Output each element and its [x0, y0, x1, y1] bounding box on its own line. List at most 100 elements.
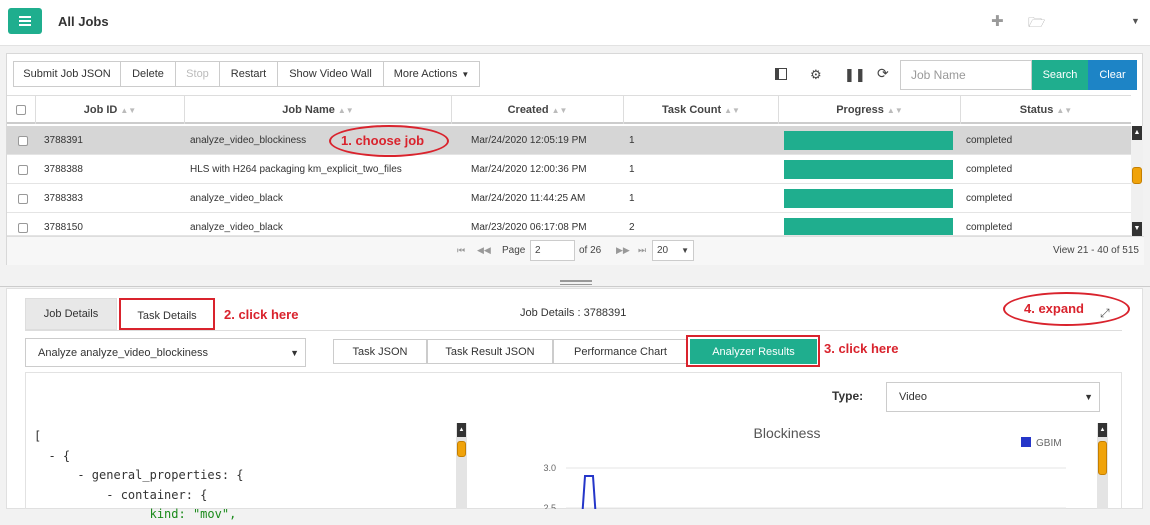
- code-line: - general_properties: {: [34, 468, 244, 482]
- status-cell: completed: [966, 164, 1013, 175]
- prev-page-icon[interactable]: ◀◀: [477, 245, 491, 256]
- first-page-icon[interactable]: ⏮: [457, 245, 465, 256]
- job-name-cell: analyze_video_black: [190, 222, 283, 233]
- search-placeholder: Job Name: [911, 68, 966, 82]
- plus-icon[interactable]: ✚: [991, 12, 1004, 30]
- task-select[interactable]: Analyze analyze_video_blockiness ▼: [25, 338, 306, 367]
- tab-job-details[interactable]: Job Details: [25, 298, 117, 330]
- clear-button[interactable]: Clear: [1088, 60, 1137, 90]
- page-size-select[interactable]: 20 ▼: [652, 240, 694, 261]
- chart-scrollbar[interactable]: ▲: [1097, 423, 1108, 509]
- table-row[interactable]: 3788150 analyze_video_black Mar/23/2020 …: [7, 213, 1131, 236]
- page-input[interactable]: 2: [530, 240, 575, 261]
- job-id-cell: 3788150: [44, 222, 83, 233]
- scroll-up-icon[interactable]: ▲: [1132, 126, 1142, 140]
- col-job-name[interactable]: Job Name ▲▼: [184, 96, 451, 124]
- json-viewer: [ - { - general_properties: { - containe…: [34, 427, 244, 525]
- show-video-wall-button[interactable]: Show Video Wall: [277, 61, 384, 87]
- job-name-cell: analyze_video_blockiness: [190, 135, 307, 146]
- callout-box-task-details: [119, 298, 215, 330]
- job-details-title: Job Details : 3788391: [520, 307, 627, 319]
- blockiness-chart: Blockiness GBIM 2.5 3.0: [543, 425, 1066, 509]
- scroll-thumb[interactable]: [1132, 167, 1142, 184]
- type-select[interactable]: Video ▼: [886, 382, 1100, 412]
- last-page-icon[interactable]: ⏭: [638, 245, 646, 256]
- page-label: Page: [502, 245, 526, 256]
- row-checkbox[interactable]: [18, 164, 28, 175]
- more-actions-button[interactable]: More Actions ▼: [383, 61, 480, 87]
- next-page-icon[interactable]: ▶▶: [616, 245, 630, 256]
- callout-click-task-details: 2. click here: [224, 307, 299, 322]
- caret-down-icon: ▼: [290, 347, 299, 358]
- tab-performance-chart[interactable]: Performance Chart: [553, 339, 688, 364]
- scroll-up-icon[interactable]: ▲: [457, 423, 466, 437]
- scroll-up-icon[interactable]: ▲: [1098, 423, 1107, 437]
- scroll-thumb[interactable]: [1098, 441, 1107, 475]
- callout-choose-job: 1. choose job: [341, 133, 425, 148]
- task-count-cell: 1: [629, 164, 635, 175]
- col-status[interactable]: Status ▲▼: [960, 96, 1131, 124]
- page-title: All Jobs: [58, 14, 109, 29]
- caret-down-icon: ▼: [681, 246, 689, 255]
- col-job-id-label: Job ID: [83, 104, 118, 116]
- scroll-thumb[interactable]: [457, 441, 466, 457]
- job-name-search-input[interactable]: Job Name: [900, 60, 1032, 90]
- sort-icon: ▲▼: [120, 105, 137, 115]
- table-scrollbar[interactable]: ▲ ▼: [1131, 126, 1143, 236]
- task-count-cell: 2: [629, 222, 635, 233]
- task-select-value: Analyze analyze_video_blockiness: [38, 346, 208, 359]
- table-header: Job ID ▲▼ Job Name ▲▼ Created ▲▼ Task Count…: [7, 95, 1131, 124]
- created-cell: Mar/23/2020 06:17:08 PM: [471, 222, 587, 233]
- top-bar: All Jobs ✚ 🗁 ▼: [0, 0, 1150, 46]
- created-cell: Mar/24/2020 11:44:25 AM: [471, 193, 586, 204]
- search-button[interactable]: Search: [1032, 60, 1088, 90]
- pager: ⏮ ◀◀ Page 2 of 26 ▶▶ ⏭ 20 ▼ View 21 - 40…: [7, 236, 1144, 265]
- row-checkbox[interactable]: [18, 193, 28, 204]
- callout-box-analyzer-results: [686, 335, 820, 367]
- sort-icon: ▲▼: [724, 105, 740, 115]
- status-cell: completed: [966, 222, 1013, 233]
- folder-icon[interactable]: 🗁: [1028, 12, 1045, 36]
- page-count: of 26: [579, 245, 602, 256]
- chart-title: Blockiness: [754, 425, 821, 441]
- job-id-cell: 3788383: [44, 193, 83, 204]
- columns-icon[interactable]: [775, 68, 787, 80]
- caret-down-icon[interactable]: ▼: [1131, 16, 1140, 26]
- col-progress-label: Progress: [836, 104, 884, 116]
- tab-task-result-json[interactable]: Task Result JSON: [427, 339, 553, 364]
- caret-down-icon: ▼: [1084, 392, 1093, 402]
- more-actions-label: More Actions: [393, 68, 458, 80]
- table-row[interactable]: 3788383 analyze_video_black Mar/24/2020 …: [7, 184, 1131, 213]
- job-name-cell: analyze_video_black: [190, 193, 283, 204]
- col-task-count[interactable]: Task Count ▲▼: [623, 96, 778, 124]
- table-row[interactable]: 3788388 HLS with H264 packaging km_expli…: [7, 155, 1131, 184]
- refresh-icon[interactable]: ⟳: [877, 65, 889, 82]
- col-created[interactable]: Created ▲▼: [451, 96, 623, 124]
- progress-bar: [784, 160, 953, 179]
- stop-button[interactable]: Stop: [175, 61, 220, 87]
- row-checkbox-cell: [12, 213, 28, 235]
- row-checkbox[interactable]: [18, 222, 28, 233]
- job-name-cell: HLS with H264 packaging km_explicit_two_…: [190, 164, 402, 175]
- chart-grid: [566, 467, 1066, 509]
- panel-splitter[interactable]: [0, 278, 1150, 288]
- type-select-value: Video: [899, 391, 927, 403]
- view-count: View 21 - 40 of 515: [1053, 245, 1139, 256]
- tab-task-json[interactable]: Task JSON: [333, 339, 427, 364]
- table-row[interactable]: 3788391 analyze_video_blockiness Mar/24/…: [7, 126, 1131, 155]
- callout-click-analyzer-results: 3. click here: [824, 341, 899, 356]
- submit-job-json-button[interactable]: Submit Job JSON: [13, 61, 121, 87]
- menu-button[interactable]: [8, 8, 42, 34]
- delete-button[interactable]: Delete: [120, 61, 176, 87]
- col-progress[interactable]: Progress ▲▼: [778, 96, 960, 124]
- row-checkbox-cell: [12, 126, 28, 155]
- pause-icon[interactable]: ❚❚: [844, 67, 866, 83]
- row-checkbox[interactable]: [18, 135, 28, 146]
- restart-button[interactable]: Restart: [219, 61, 278, 87]
- gear-icon[interactable]: ⚙: [810, 67, 822, 83]
- json-scrollbar[interactable]: ▲: [456, 423, 467, 509]
- select-all-checkbox[interactable]: [16, 105, 26, 115]
- splitter-handle[interactable]: [560, 280, 592, 282]
- scroll-down-icon[interactable]: ▼: [1132, 222, 1142, 236]
- col-job-id[interactable]: Job ID ▲▼: [35, 96, 184, 124]
